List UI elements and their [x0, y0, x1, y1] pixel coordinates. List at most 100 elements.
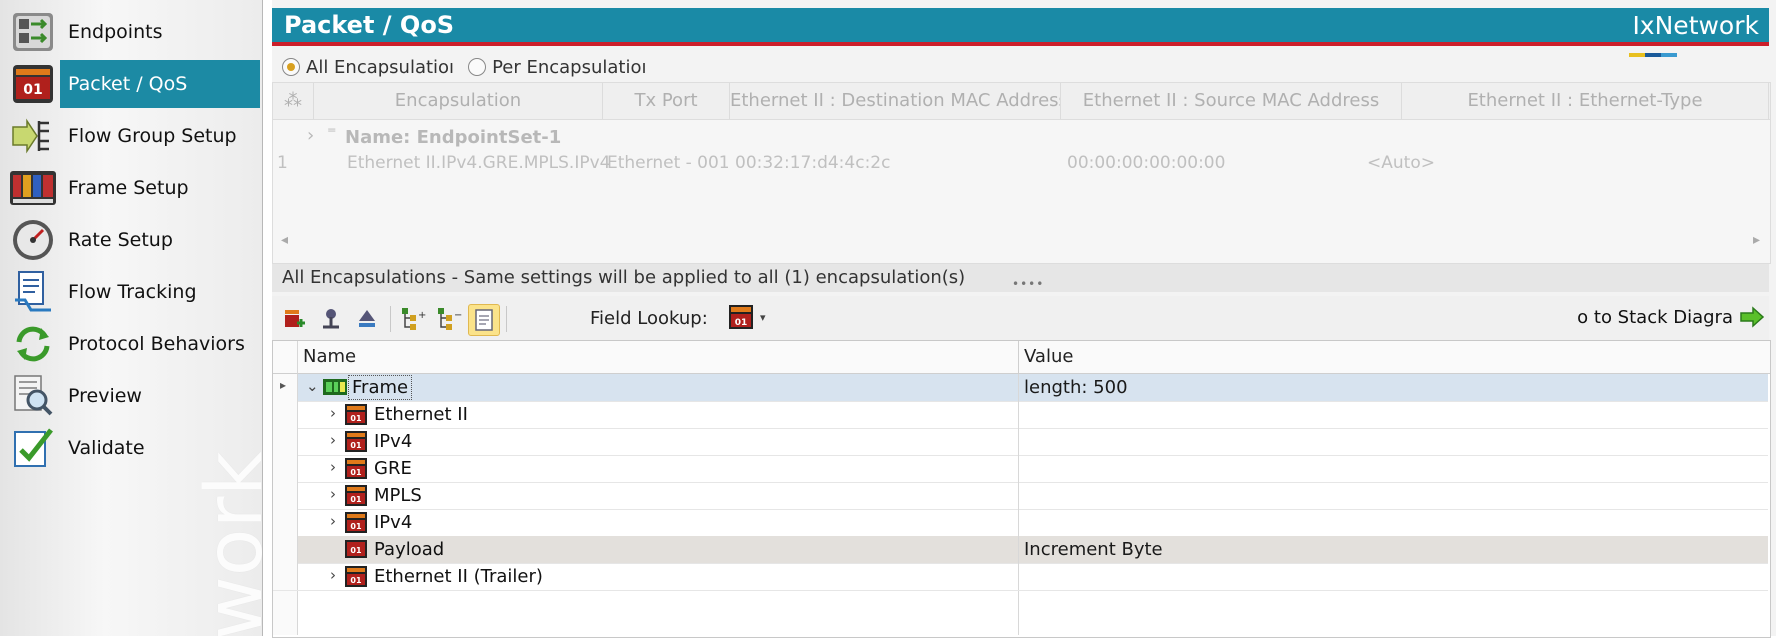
sidebar-item-label: Frame Setup	[68, 177, 189, 199]
sidebar-item-rate-setup[interactable]: Rate Setup	[8, 216, 260, 264]
insert-stack-button[interactable]	[352, 304, 382, 334]
chevron-right-icon[interactable]: ›	[330, 512, 336, 530]
tree-row-label: IPv4	[374, 431, 413, 452]
tree-row-ipv4-inner[interactable]: › 01 IPv4	[273, 509, 1768, 537]
sidebar-item-validate[interactable]: Validate	[8, 424, 260, 472]
arrow-right-icon	[1740, 306, 1765, 328]
row-gutter: ▸	[273, 374, 298, 401]
column-divider	[1018, 591, 1019, 635]
stack-append-icon	[323, 309, 339, 329]
radio-label: All Encapsulatioı	[306, 56, 455, 78]
group-row[interactable]: › ⁼ Name: EndpointSet-1	[273, 123, 1770, 153]
tree-row-mpls[interactable]: › 01 MPLS	[273, 482, 1768, 510]
cell-tx-port: Ethernet - 001	[607, 153, 730, 173]
chevron-down-icon: ▾	[760, 310, 766, 324]
tree-row-label: GRE	[374, 458, 412, 479]
tree-row-frame[interactable]: ▸ ⌄ Frame length: 500	[273, 374, 1768, 402]
field-lookup-dropdown[interactable]: 01 ▾	[728, 304, 766, 330]
page-title: Packet / QoS	[284, 11, 455, 39]
svg-text:01: 01	[735, 318, 748, 328]
value-cell[interactable]	[1019, 401, 1768, 428]
value-cell[interactable]	[1019, 509, 1768, 536]
splitter-grip-icon[interactable]: ••••	[1012, 270, 1044, 298]
per-encapsulation-radio[interactable]: Per Encapsulatioı	[468, 57, 647, 78]
tree-row-ipv4[interactable]: › 01 IPv4	[273, 428, 1768, 456]
scroll-right-icon[interactable]: ▸	[1753, 232, 1760, 248]
value-cell[interactable]	[1019, 455, 1768, 482]
expand-all-button[interactable]: +	[398, 304, 428, 334]
field-01-icon: 01	[345, 404, 367, 425]
tree-row-gre[interactable]: › 01 GRE	[273, 455, 1768, 483]
value-cell[interactable]	[1019, 482, 1768, 509]
tree-row-ethernet-ii-trailer[interactable]: › 01 Ethernet II (Trailer)	[273, 563, 1768, 591]
horizontal-scrollbar[interactable]: ◂ ▸	[273, 229, 1768, 255]
sidebar-item-label: Packet / QoS	[60, 60, 260, 108]
row-index: 1	[277, 153, 288, 173]
sidebar-item-protocol-behaviors[interactable]: Protocol Behaviors	[8, 320, 260, 368]
sidebar-item-flow-tracking[interactable]: Flow Tracking	[8, 268, 260, 316]
name-cell: ⌄ Frame	[298, 374, 1019, 401]
add-protocol-button[interactable]	[280, 304, 310, 334]
row-gutter	[273, 536, 298, 563]
col-encapsulation[interactable]: Encapsulation	[314, 83, 603, 119]
field-01-icon: 01	[345, 458, 367, 479]
col-source-mac[interactable]: Ethernet II : Source MAC Address	[1061, 83, 1402, 119]
goto-stack-diagram-link[interactable]: o to Stack Diagra	[1577, 306, 1765, 328]
value-cell[interactable]	[1019, 428, 1768, 455]
row-gutter	[273, 509, 298, 536]
sidebar-item-packet-qos[interactable]: 01 Packet / QoS	[8, 60, 260, 108]
col-destination-mac[interactable]: Ethernet II : Destination MAC Address	[730, 83, 1061, 119]
value-cell[interactable]	[1019, 563, 1768, 590]
radio-selected-icon	[282, 58, 300, 76]
radio-unselected-icon	[468, 58, 487, 76]
add-protocol-icon	[285, 310, 305, 327]
value-cell[interactable]: length: 500	[1019, 374, 1768, 401]
sidebar-item-label: Endpoints	[68, 21, 163, 43]
svg-text:−: −	[454, 310, 462, 321]
row-gutter	[273, 401, 298, 428]
chevron-right-icon[interactable]: ›	[330, 458, 336, 476]
show-document-button[interactable]	[468, 304, 500, 336]
name-cell: › 01 Ethernet II (Trailer)	[298, 563, 1019, 590]
sidebar-item-flow-group-setup[interactable]: Flow Group Setup	[8, 112, 260, 160]
gauge-icon	[8, 217, 58, 263]
tree-row-ethernet-ii[interactable]: › 01 Ethernet II	[273, 401, 1768, 429]
scroll-left-icon[interactable]: ◂	[281, 232, 288, 248]
brand-color-bars	[1629, 42, 1679, 57]
field-toolbar: + − Field Lookup: 01 ▾ o to Stack Diagra	[272, 296, 1769, 340]
chevron-right-icon[interactable]: ›	[330, 431, 336, 449]
tree-row-payload[interactable]: 01 Payload Increment Byte	[273, 536, 1768, 564]
name-cell: › 01 IPv4	[298, 509, 1019, 536]
col-name[interactable]: Name	[298, 341, 1019, 374]
collapse-all-button[interactable]: −	[434, 304, 464, 334]
sidebar-item-label: Flow Group Setup	[68, 125, 237, 147]
expand-arrow-icon[interactable]: ›	[307, 125, 314, 146]
row-gutter	[273, 563, 298, 590]
packet-qos-icon: 01	[8, 61, 58, 107]
chevron-right-icon[interactable]: ›	[330, 566, 336, 584]
chevron-right-icon[interactable]: ›	[330, 404, 336, 422]
frame-setup-icon	[8, 165, 58, 211]
sidebar-item-preview[interactable]: Preview	[8, 372, 260, 420]
col-ethernet-type[interactable]: Ethernet II : Ethernet-Type	[1402, 83, 1769, 119]
name-cell: › 01 GRE	[298, 455, 1019, 482]
chevron-right-icon[interactable]: ›	[330, 485, 336, 503]
sidebar-item-label: Flow Tracking	[68, 281, 197, 303]
col-value[interactable]: Value	[1019, 341, 1770, 374]
chevron-down-icon[interactable]: ⌄	[306, 377, 319, 395]
field-lookup-label: Field Lookup:	[590, 308, 708, 329]
sidebar-item-frame-setup[interactable]: Frame Setup	[8, 164, 260, 212]
checkmark-icon	[8, 425, 58, 471]
table-row[interactable]: 1 Ethernet II.IPv4.GRE.MPLS.IPv4 Etherne…	[273, 153, 1770, 181]
all-encapsulations-radio[interactable]: All Encapsulatioı	[282, 57, 454, 78]
status-text: All Encapsulations - Same settings will …	[282, 267, 966, 288]
collapse-icon[interactable]: ⁼	[327, 123, 337, 144]
append-stack-button[interactable]	[316, 304, 346, 334]
value-cell[interactable]: Increment Byte	[1019, 536, 1768, 563]
grid-corner-icon[interactable]: ⁂	[273, 83, 314, 119]
sidebar-item-endpoints[interactable]: Endpoints	[8, 8, 260, 56]
svg-text:01: 01	[350, 441, 362, 450]
tree-row-label: MPLS	[374, 485, 422, 506]
flow-group-icon	[8, 113, 58, 159]
col-tx-port[interactable]: Tx Port	[603, 83, 730, 119]
